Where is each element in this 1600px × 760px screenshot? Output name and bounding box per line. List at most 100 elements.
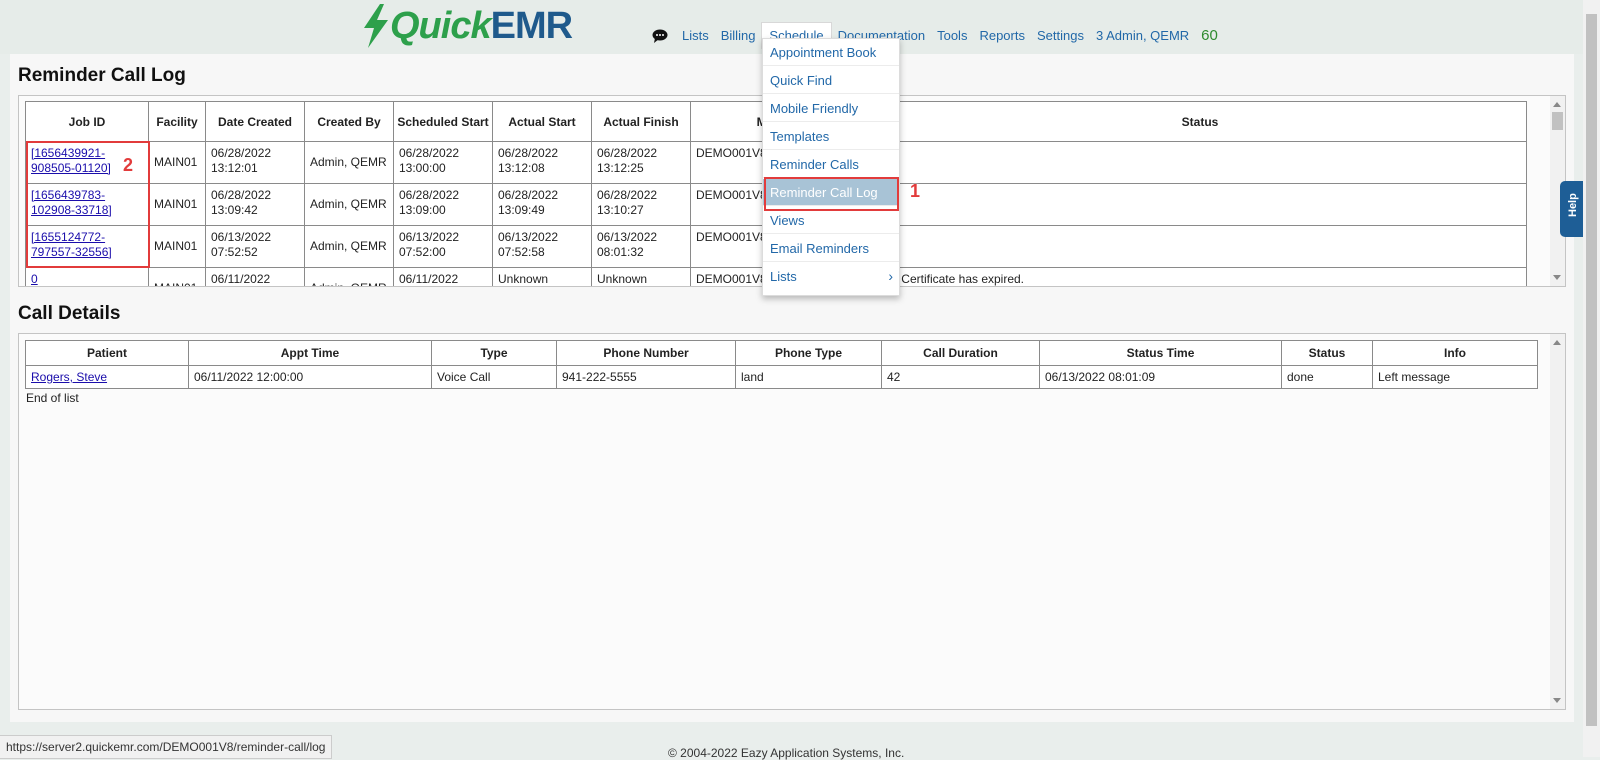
chevron-right-icon: › — [888, 268, 893, 284]
main-menu: Lists Billing Schedule Documentation Too… — [652, 22, 1218, 49]
status-cell — [873, 141, 1527, 184]
nav-billing[interactable]: Billing — [715, 27, 762, 45]
date-created-cell: 06/28/2022 13:12:01 — [205, 141, 305, 184]
call-duration-cell: 42 — [881, 365, 1040, 389]
scheduled-start-cell: 06/13/2022 07:52:00 — [393, 225, 493, 268]
page-scroll-thumb[interactable] — [1586, 14, 1597, 726]
reminder-call-log-heading: Reminder Call Log — [18, 65, 186, 86]
scheduled-start-cell: 06/11/2022 10:47:00 — [393, 267, 493, 286]
status-time-cell: 06/13/2022 08:01:09 — [1039, 365, 1282, 389]
actual-finish-cell: 06/28/2022 13:12:25 — [591, 141, 691, 184]
help-label: Help — [1567, 193, 1579, 217]
scroll-down-arrow-icon[interactable] — [1553, 698, 1561, 703]
status-cell — [873, 183, 1527, 226]
facility-cell: MAIN01 — [148, 267, 206, 286]
actual-finish-cell: 06/28/2022 13:10:27 — [591, 183, 691, 226]
menu-item-reminder-calls[interactable]: Reminder Calls — [763, 151, 899, 178]
patient-link[interactable]: Rogers, Steve — [31, 370, 107, 384]
date-created-cell: 06/11/2022 10:47:00 — [205, 267, 305, 286]
column-header[interactable]: Actual Start — [492, 101, 592, 142]
column-header[interactable]: Created By — [304, 101, 394, 142]
logo-text-emr: EMR — [490, 4, 573, 47]
column-header[interactable]: Actual Finish — [591, 101, 691, 142]
nav-tools[interactable]: Tools — [931, 27, 973, 45]
schedule-dropdown-menu: Appointment Book Quick Find Mobile Frien… — [762, 38, 900, 296]
actual-start-cell: Unknown — [492, 267, 592, 286]
column-header[interactable]: Status Time — [1039, 340, 1282, 366]
facility-cell: MAIN01 — [148, 141, 206, 184]
column-header[interactable]: Phone Type — [735, 340, 882, 366]
notification-count[interactable]: 60 — [1201, 27, 1218, 44]
facility-cell: MAIN01 — [148, 225, 206, 268]
call-details-table: Patient Appt Time Type Phone Number Phon… — [25, 340, 1538, 389]
table-row[interactable]: Rogers, Steve 06/11/2022 12:00:00 Voice … — [25, 365, 1538, 389]
column-header[interactable]: Scheduled Start — [393, 101, 493, 142]
scroll-up-arrow-icon[interactable] — [1553, 102, 1561, 107]
actual-start-cell: 06/28/2022 13:09:49 — [492, 183, 592, 226]
chat-icon[interactable] — [652, 29, 668, 43]
highlight-box-reminder-call-log — [764, 177, 899, 211]
date-created-cell: 06/13/2022 07:52:52 — [205, 225, 305, 268]
quickemr-logo[interactable]: Quick EMR — [362, 3, 573, 49]
menu-item-lists-label: Lists — [770, 269, 797, 284]
annotation-badge-1: 1 — [910, 181, 921, 201]
actual-finish-cell: 06/13/2022 08:01:32 — [591, 225, 691, 268]
logo-text-quick: Quick — [390, 4, 492, 47]
phone-type-cell: land — [735, 365, 882, 389]
appt-time-cell: 06/11/2022 12:00:00 — [188, 365, 432, 389]
scheduled-start-cell: 06/28/2022 13:09:00 — [393, 183, 493, 226]
facility-cell: MAIN01 — [148, 183, 206, 226]
nav-lists[interactable]: Lists — [676, 27, 715, 45]
created-by-cell: Admin, QEMR — [304, 225, 394, 268]
table-header-row: Patient Appt Time Type Phone Number Phon… — [25, 340, 1538, 366]
created-by-cell: Admin, QEMR — [304, 141, 394, 184]
column-header[interactable]: Date Created — [205, 101, 305, 142]
call-details-heading: Call Details — [18, 303, 121, 324]
menu-item-mobile-friendly[interactable]: Mobile Friendly — [763, 95, 899, 122]
call-details-panel[interactable]: Patient Appt Time Type Phone Number Phon… — [18, 333, 1566, 710]
nav-settings[interactable]: Settings — [1031, 27, 1090, 45]
status-cell: er's Certificate has expired. — [873, 267, 1527, 286]
column-header[interactable]: Facility — [148, 101, 206, 142]
scheduled-start-cell: 06/28/2022 13:00:00 — [393, 141, 493, 184]
column-header[interactable]: Info — [1372, 340, 1538, 366]
menu-item-views[interactable]: Views — [763, 207, 899, 234]
browser-status-bar: https://server2.quickemr.com/DEMO001V8/r… — [0, 735, 333, 759]
column-header[interactable]: Phone Number — [556, 340, 736, 366]
footer-copyright: © 2004-2022 Eazy Application Systems, In… — [668, 746, 905, 760]
actual-start-cell: 06/28/2022 13:12:08 — [492, 141, 592, 184]
end-of-list-text: End of list — [26, 391, 79, 405]
actual-start-cell: 06/13/2022 07:52:58 — [492, 225, 592, 268]
help-tab[interactable]: Help — [1560, 181, 1584, 237]
column-header[interactable]: Status — [873, 101, 1527, 142]
column-header[interactable]: Type — [431, 340, 557, 366]
nav-user-menu[interactable]: 3 Admin, QEMR — [1090, 27, 1195, 45]
column-header[interactable]: Appt Time — [188, 340, 432, 366]
annotation-badge-2: 2 — [123, 155, 134, 175]
column-header[interactable]: Patient — [25, 340, 189, 366]
actual-finish-cell: Unknown — [591, 267, 691, 286]
scroll-down-arrow-icon[interactable] — [1553, 275, 1561, 280]
info-cell: Left message — [1372, 365, 1538, 389]
menu-item-templates[interactable]: Templates — [763, 123, 899, 150]
column-header[interactable]: Call Duration — [881, 340, 1040, 366]
created-by-cell: Admin, QEMR — [304, 183, 394, 226]
column-header[interactable]: Job ID — [25, 101, 149, 142]
status-cell: done — [1281, 365, 1373, 389]
scroll-up-arrow-icon[interactable] — [1553, 340, 1561, 345]
menu-item-lists[interactable]: Lists › — [763, 263, 899, 290]
menu-item-quick-find[interactable]: Quick Find — [763, 67, 899, 94]
job-id-link[interactable]: 0 — [31, 272, 38, 286]
type-cell: Voice Call — [431, 365, 557, 389]
created-by-cell: Admin, QEMR — [304, 267, 394, 286]
column-header[interactable]: Status — [1281, 340, 1373, 366]
scroll-thumb[interactable] — [1552, 112, 1563, 130]
phone-number-cell: 941-222-5555 — [556, 365, 736, 389]
menu-item-email-reminders[interactable]: Email Reminders — [763, 235, 899, 262]
menu-item-appointment-book[interactable]: Appointment Book — [763, 39, 899, 66]
nav-reports[interactable]: Reports — [973, 27, 1031, 45]
details-scrollbar[interactable] — [1550, 334, 1565, 709]
page-scrollbar[interactable] — [1583, 0, 1600, 757]
date-created-cell: 06/28/2022 13:09:42 — [205, 183, 305, 226]
lightning-bolt-icon — [364, 4, 388, 48]
